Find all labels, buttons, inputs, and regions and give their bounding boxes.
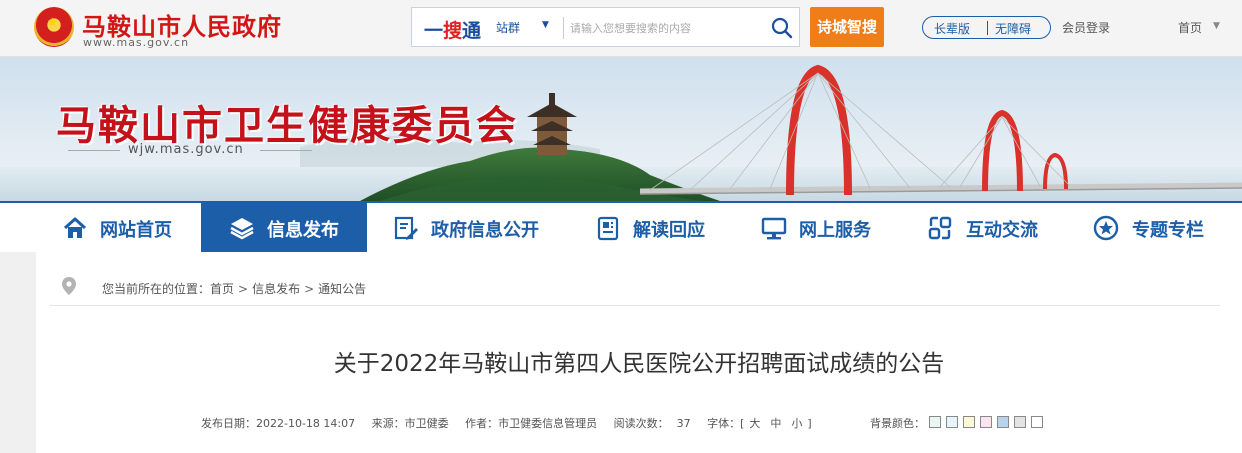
nav-item-special-topics[interactable]: 专题专栏: [1067, 203, 1232, 252]
national-emblem-icon: ★: [34, 7, 74, 47]
barrier-free-link[interactable]: 无障碍: [995, 20, 1031, 37]
breadcrumb-trail: 您当前所在的位置：首页 > 信息发布 > 通知公告: [102, 280, 366, 297]
breadcrumb-separator: >: [304, 282, 315, 296]
publish-date: 发布日期：2022-10-18 14:07: [201, 417, 356, 430]
poet-city-search-button[interactable]: 诗城智搜: [810, 7, 884, 47]
link-icon: [928, 216, 952, 240]
nav-item-label: 网站首页: [100, 220, 172, 241]
breadcrumb-notice-link[interactable]: 通知公告: [318, 282, 366, 296]
star-icon: [1093, 215, 1119, 241]
book-icon: [597, 216, 619, 241]
site-url: www.mas.gov.cn: [83, 36, 190, 49]
background-color-swatches: [929, 416, 1048, 435]
font-size-selector: 字体：[大中小]: [707, 417, 812, 430]
nav-item-home[interactable]: 网站首页: [50, 203, 201, 252]
nav-item-gov-info-disclosure[interactable]: 政府信息公开: [367, 203, 567, 252]
font-small-button[interactable]: 小: [791, 417, 802, 430]
nav-item-interaction[interactable]: 互动交流: [902, 203, 1067, 252]
member-login-link[interactable]: 会员登录: [1062, 19, 1110, 36]
department-name: 马鞍山市卫生健康委员会: [56, 102, 518, 149]
top-bar: ★ 马鞍山市人民政府 www.mas.gov.cn 一搜通 站群 ▼ 诗城智搜 …: [0, 0, 1242, 57]
search-brand: 一搜通: [424, 20, 482, 42]
bg-color-swatch[interactable]: [1014, 416, 1026, 428]
search-icon[interactable]: [769, 15, 795, 41]
chevron-down-icon[interactable]: ▼: [542, 20, 549, 30]
view-count: 阅读次数： 37: [613, 417, 691, 430]
bg-color-swatch[interactable]: [1031, 416, 1043, 428]
breadcrumb-separator: >: [238, 282, 249, 296]
bg-color-swatch[interactable]: [980, 416, 992, 428]
home-link[interactable]: 首页: [1178, 19, 1202, 36]
department-banner: 马鞍山市卫生健康委员会 wjw.mas.gov.cn: [0, 57, 1242, 201]
font-medium-button[interactable]: 中: [770, 417, 781, 430]
elder-mode-link[interactable]: 长辈版: [934, 20, 970, 37]
divider: [68, 150, 120, 151]
bg-color-swatch[interactable]: [963, 416, 975, 428]
article-title: 关于2022年马鞍山市第四人民医院公开招聘面试成绩的公告: [333, 351, 945, 377]
nav-item-interpretation[interactable]: 解读回应: [567, 203, 737, 252]
main-nav: 网站首页 信息发布 政府信息公开 解读回应 网上服务 互动交流 专题专栏: [0, 201, 1242, 252]
nav-item-label: 解读回应: [633, 220, 705, 241]
bg-color-swatch[interactable]: [929, 416, 941, 428]
divider: [987, 21, 988, 35]
font-large-button[interactable]: 大: [749, 417, 760, 430]
nav-item-label: 信息发布: [267, 220, 339, 241]
divider: [260, 150, 312, 151]
nav-item-label: 专题专栏: [1132, 220, 1204, 241]
monitor-icon: [761, 217, 787, 240]
search-input[interactable]: [570, 16, 760, 40]
divider: [563, 17, 564, 39]
document-edit-icon: [394, 216, 418, 240]
search-scope-select[interactable]: 站群: [496, 19, 520, 36]
breadcrumb-prefix: 您当前所在的位置：: [102, 282, 211, 296]
article-panel: 您当前所在的位置：首页 > 信息发布 > 通知公告 关于2022年马鞍山市第四人民医院公…: [36, 252, 1242, 453]
article-author: 作者：市卫健委信息管理员: [465, 417, 598, 430]
nav-item-online-service[interactable]: 网上服务: [737, 203, 902, 252]
location-pin-icon: [62, 277, 76, 295]
breadcrumb-info-release-link[interactable]: 信息发布: [252, 282, 300, 296]
nav-item-label: 互动交流: [966, 220, 1038, 241]
bg-color-swatch[interactable]: [997, 416, 1009, 428]
nav-item-label: 政府信息公开: [431, 220, 539, 241]
chevron-down-icon[interactable]: ▼: [1213, 21, 1220, 31]
breadcrumb-home-link[interactable]: 首页: [210, 282, 234, 296]
background-color-label: 背景颜色：: [870, 417, 925, 430]
department-url: wjw.mas.gov.cn: [128, 142, 244, 157]
breadcrumb: 您当前所在的位置：首页 > 信息发布 > 通知公告: [50, 270, 1220, 306]
home-icon: [63, 217, 87, 238]
nav-item-label: 网上服务: [799, 220, 871, 241]
article-source: 来源：市卫健委: [371, 417, 449, 430]
article-meta: 发布日期：2022-10-18 14:07 来源：市卫健委 作者：市卫健委信息管…: [201, 415, 825, 431]
bg-color-swatch[interactable]: [946, 416, 958, 428]
accessibility-pill: 长辈版 无障碍: [922, 16, 1051, 39]
layers-icon: [230, 218, 254, 240]
search-box: 一搜通 站群 ▼: [411, 7, 800, 47]
nav-item-info-release[interactable]: 信息发布: [201, 203, 367, 252]
